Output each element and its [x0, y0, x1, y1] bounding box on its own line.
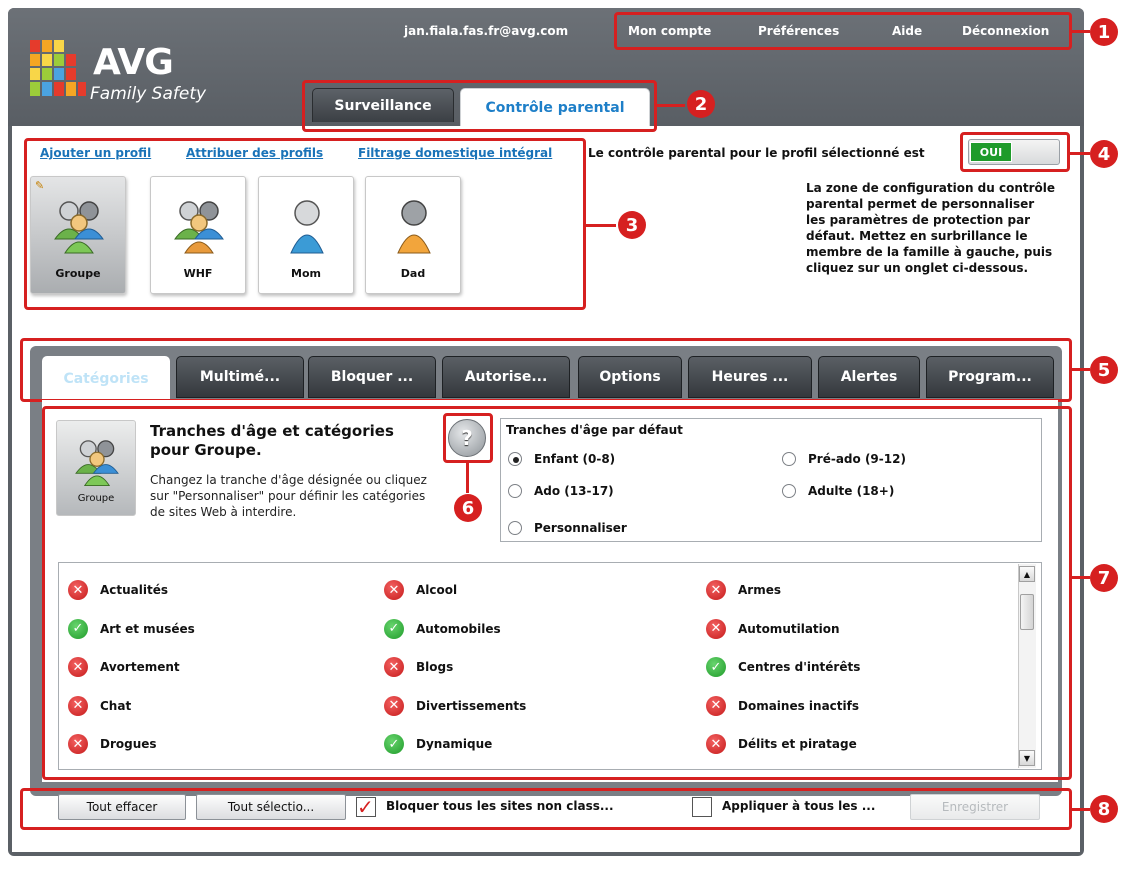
callout-box-2	[302, 80, 657, 132]
callout-badge-4: 4	[1090, 140, 1118, 168]
callout-box-5	[20, 338, 1072, 402]
callout-badge-5: 5	[1090, 356, 1118, 384]
callout-badge-7: 7	[1090, 564, 1118, 592]
callout-box-4	[960, 132, 1070, 172]
avg-logo-icon	[30, 40, 86, 96]
user-email: jan.fiala.fas.fr@avg.com	[404, 24, 569, 38]
callout-line-1	[1072, 30, 1090, 33]
logo-brand: AVG	[93, 42, 174, 83]
callout-line-7	[1072, 576, 1090, 579]
callout-line-5	[1072, 368, 1090, 371]
callout-badge-2: 2	[687, 90, 715, 118]
callout-line-3	[586, 224, 616, 227]
callout-box-3	[24, 138, 586, 310]
callout-box-7	[42, 406, 1072, 780]
callout-line-2	[657, 104, 685, 107]
callout-line-8	[1072, 808, 1090, 811]
callout-badge-3: 3	[618, 211, 646, 239]
callout-box-8	[20, 788, 1072, 830]
callout-box-1	[614, 12, 1072, 50]
logo-product: Family Safety	[90, 84, 207, 104]
parental-status-text: Le contrôle parental pour le profil séle…	[588, 146, 925, 160]
callout-badge-8: 8	[1090, 795, 1118, 823]
info-text: La zone de configuration du contrôle par…	[806, 181, 1056, 275]
callout-badge-1: 1	[1090, 18, 1118, 46]
callout-line-4	[1070, 152, 1090, 155]
